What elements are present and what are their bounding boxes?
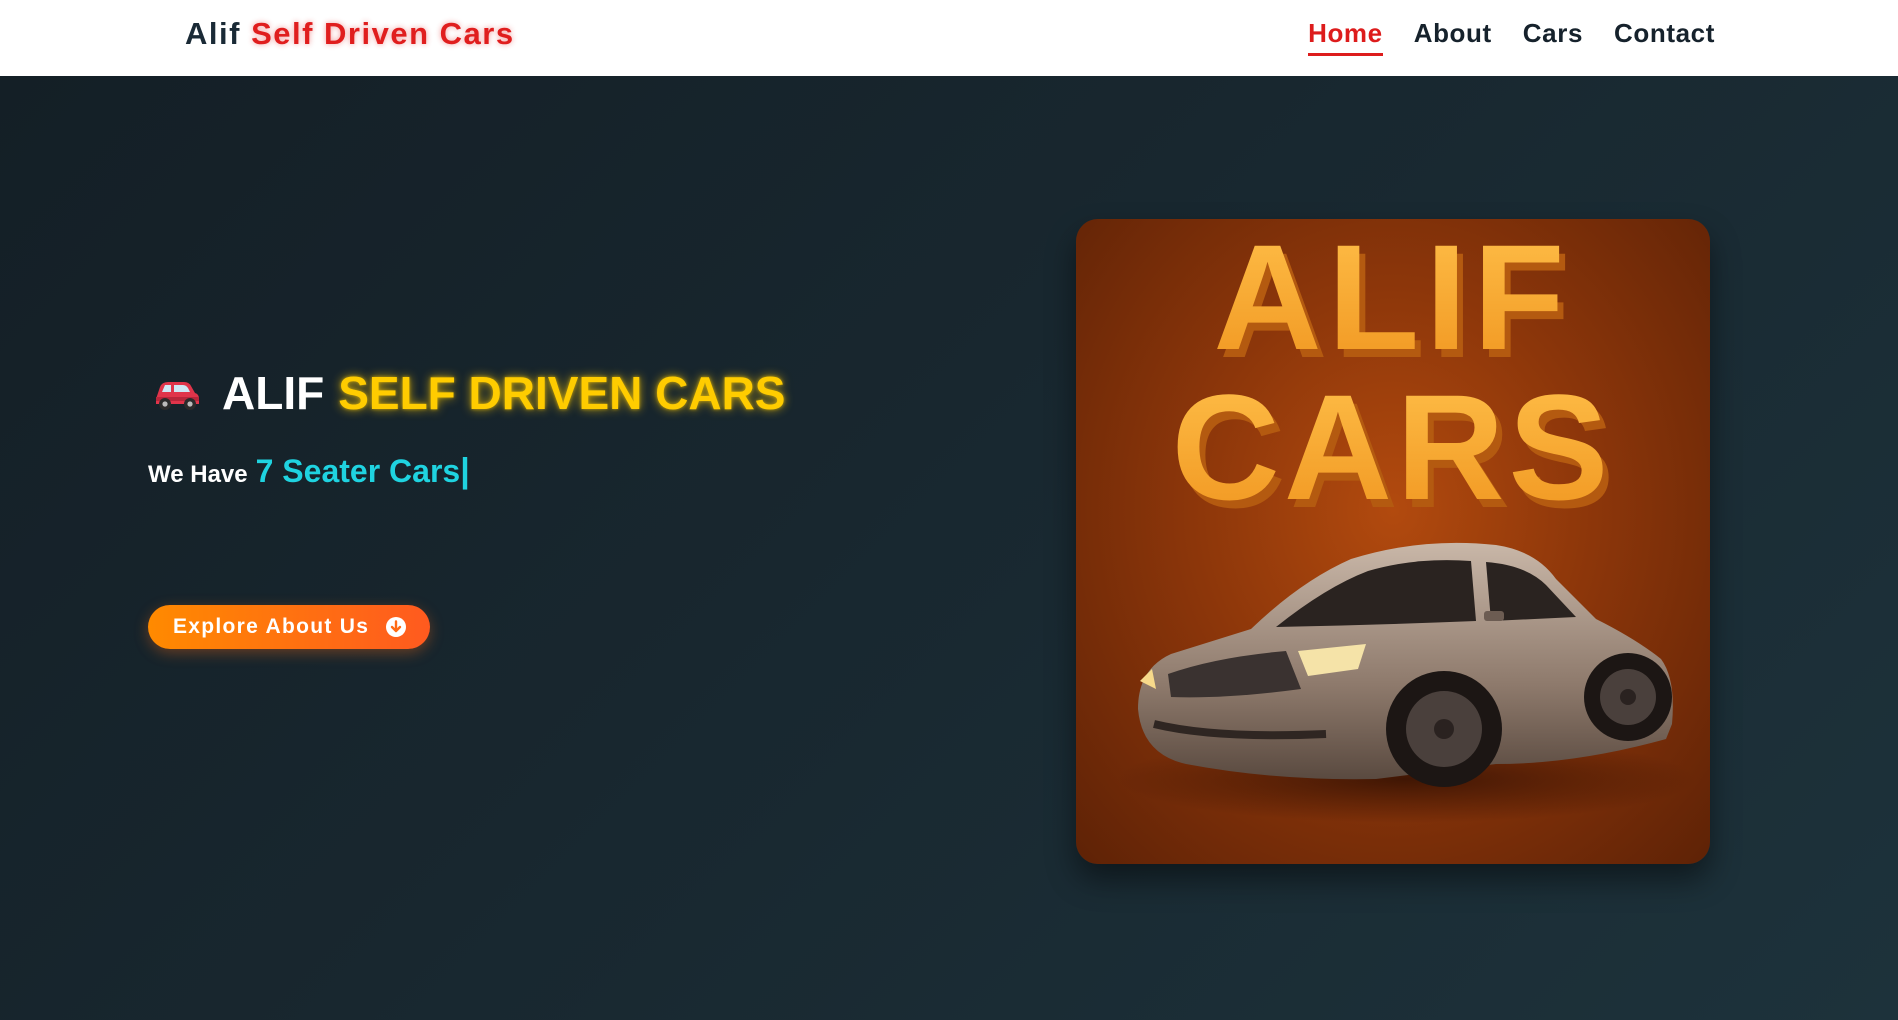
top-navbar: Alif Self Driven Cars Home About Cars Co… xyxy=(0,0,1898,76)
explore-about-us-button[interactable]: Explore About Us xyxy=(148,605,430,649)
hero-headline: ALIF SELF DRIVEN CARS xyxy=(152,366,785,420)
subline-prefix: We Have xyxy=(148,461,248,488)
typing-cursor: | xyxy=(460,452,470,490)
red-car-emoji-icon xyxy=(152,373,202,413)
nav-links: Home About Cars Contact xyxy=(1308,18,1715,56)
typed-text: 7 Seater Cars xyxy=(255,453,461,489)
arrow-down-circle-icon xyxy=(385,616,407,638)
promo-text-line1-face: ALIF xyxy=(1213,219,1570,381)
alif-cars-promo-image: ALIF ALIF CARS CARS xyxy=(1076,219,1710,864)
nav-link-home[interactable]: Home xyxy=(1308,18,1383,56)
nav-link-contact[interactable]: Contact xyxy=(1614,18,1715,56)
hero-subline: We Have 7 Seater Cars | xyxy=(148,452,470,491)
headline-brand: ALIF xyxy=(222,367,325,419)
headline-accent: SELF DRIVEN CARS xyxy=(338,367,786,419)
brand-logo[interactable]: Alif Self Driven Cars xyxy=(185,16,515,52)
brand-name: Alif xyxy=(185,16,241,51)
sedan-car-illustration xyxy=(1138,542,1673,787)
nav-link-cars[interactable]: Cars xyxy=(1523,18,1583,56)
brand-tagline: Self Driven Cars xyxy=(251,16,515,51)
nav-link-about[interactable]: About xyxy=(1414,18,1492,56)
explore-button-label: Explore About Us xyxy=(173,615,370,638)
promo-text-line2-face: CARS xyxy=(1171,363,1612,531)
